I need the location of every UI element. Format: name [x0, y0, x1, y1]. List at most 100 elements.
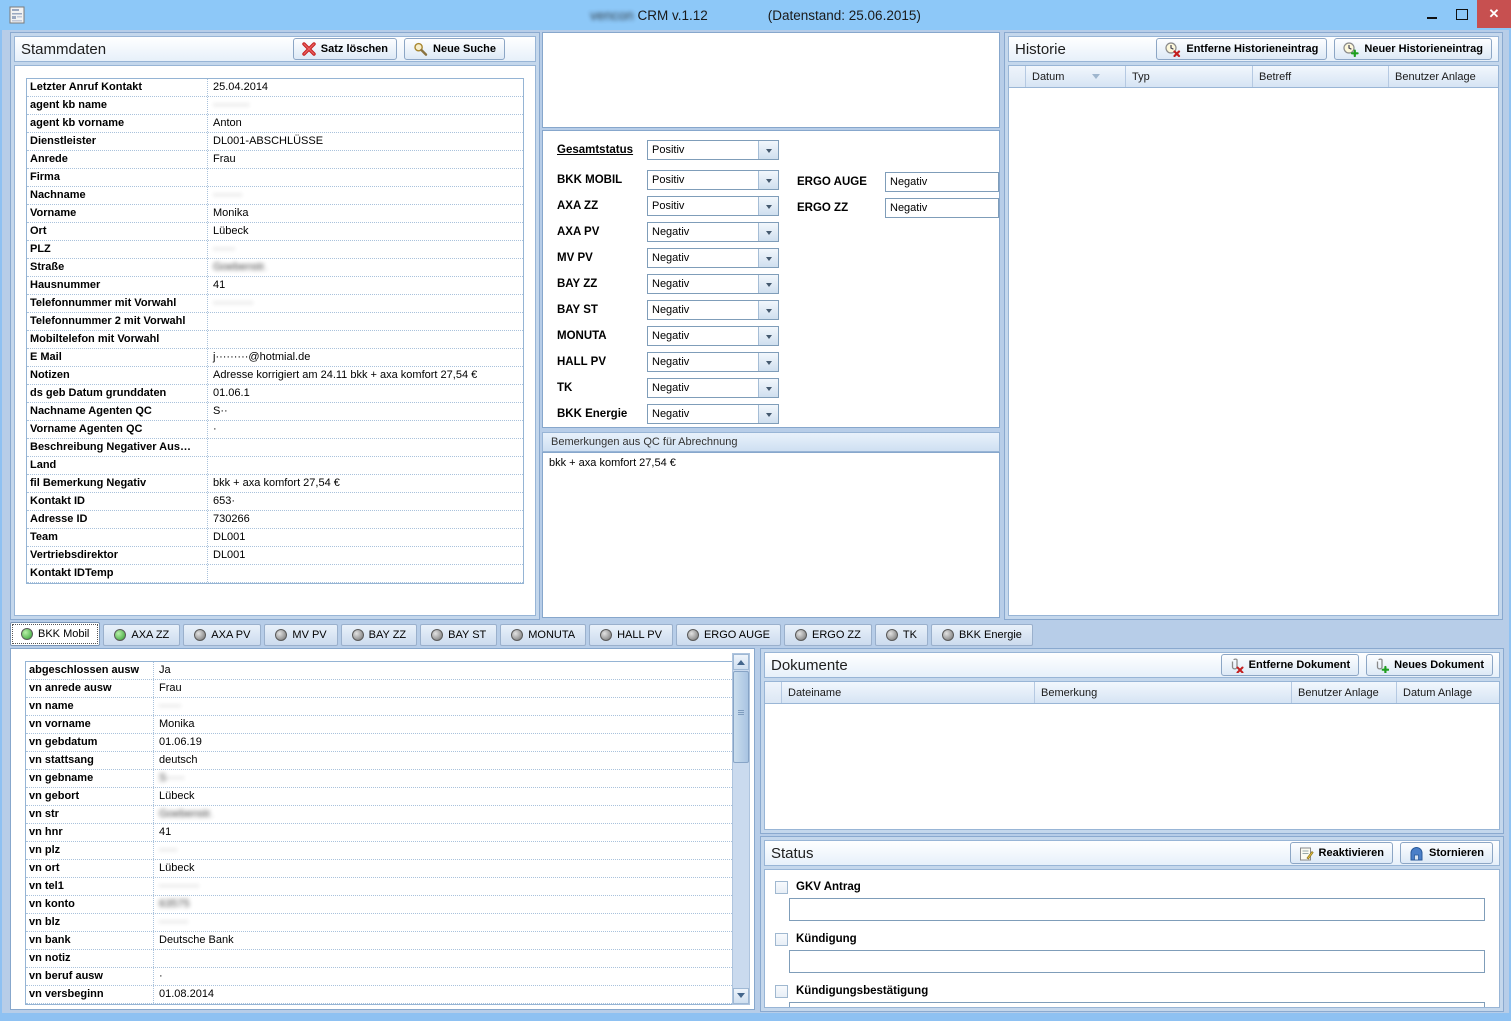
tab[interactable]: BKK Energie [931, 624, 1033, 646]
field-value[interactable]: Goebenstr. [208, 259, 523, 276]
field-value[interactable] [208, 169, 523, 186]
tab[interactable]: BKK Mobil [10, 622, 100, 646]
scrollbar-thumb[interactable] [733, 671, 749, 763]
checkbox[interactable] [775, 933, 788, 946]
tab[interactable]: MONUTA [500, 624, 586, 646]
field-value[interactable]: 41 [208, 277, 523, 294]
neuer-historieneintrag-button[interactable]: Neuer Historieneintrag [1334, 38, 1492, 60]
historie-grid-body[interactable] [1009, 88, 1498, 615]
tab[interactable]: BAY ST [420, 624, 497, 646]
entferne-historieneintrag-button[interactable]: Entferne Historieneintrag [1156, 38, 1327, 60]
field-value[interactable]: ··········· [154, 878, 732, 895]
column-header[interactable]: Bemerkung [1035, 682, 1292, 703]
scroll-up-button[interactable] [733, 654, 749, 670]
status-dropdown[interactable]: Positiv [647, 170, 779, 190]
field-value[interactable]: 63575 [154, 896, 732, 913]
chevron-down-icon[interactable] [758, 353, 778, 371]
field-value[interactable]: Adresse korrigiert am 24.11 bkk + axa ko… [208, 367, 523, 384]
field-value[interactable]: Frau [154, 680, 732, 697]
bemerkungen-box[interactable]: bkk + axa komfort 27,54 € [542, 452, 1000, 618]
satz-loeschen-button[interactable]: Satz löschen [293, 38, 397, 60]
field-value[interactable]: bkk + axa komfort 27,54 € [208, 475, 523, 492]
field-value[interactable] [208, 565, 523, 582]
maximize-button[interactable] [1447, 0, 1477, 28]
chevron-down-icon[interactable] [758, 405, 778, 423]
field-value[interactable]: 41 [154, 824, 732, 841]
field-value[interactable]: Deutsche Bank [154, 932, 732, 949]
status-value-field[interactable]: Negativ [885, 198, 999, 218]
vertical-scrollbar[interactable] [732, 653, 750, 1005]
field-value[interactable]: DL001 [208, 529, 523, 546]
reaktivieren-button[interactable]: Reaktivieren [1290, 842, 1393, 864]
status-dropdown[interactable]: Negativ [647, 222, 779, 242]
stornieren-button[interactable]: Stornieren [1400, 842, 1493, 864]
field-value[interactable]: 653· [208, 493, 523, 510]
chevron-down-icon[interactable] [758, 223, 778, 241]
column-header[interactable]: Dateiname [782, 682, 1035, 703]
field-value[interactable]: · [208, 421, 523, 438]
field-value[interactable]: DL001-ABSCHLÜSSE [208, 133, 523, 150]
chevron-down-icon[interactable] [758, 171, 778, 189]
column-header[interactable]: Typ [1126, 66, 1253, 87]
tab[interactable]: AXA PV [183, 624, 261, 646]
chevron-down-icon[interactable] [758, 197, 778, 215]
status-text-input[interactable] [789, 950, 1485, 973]
field-value[interactable]: Ja [154, 662, 732, 679]
tab[interactable]: AXA ZZ [103, 624, 180, 646]
field-value[interactable]: deutsch [154, 752, 732, 769]
chevron-down-icon[interactable] [758, 275, 778, 293]
column-header[interactable]: Datum Anlage [1397, 682, 1499, 703]
field-value[interactable] [208, 457, 523, 474]
status-dropdown[interactable]: Negativ [647, 352, 779, 372]
entferne-dokument-button[interactable]: Entferne Dokument [1221, 654, 1359, 676]
chevron-down-icon[interactable] [758, 379, 778, 397]
field-value[interactable]: Anton [208, 115, 523, 132]
chevron-down-icon[interactable] [758, 249, 778, 267]
tab[interactable]: BAY ZZ [341, 624, 418, 646]
status-value-field[interactable]: Negativ [885, 172, 999, 192]
close-button[interactable]: ✕ [1477, 0, 1511, 28]
field-value[interactable]: j·········@hotmial.de [208, 349, 523, 366]
field-value[interactable]: ······ [208, 241, 523, 258]
field-value[interactable]: ·········· [208, 97, 523, 114]
dokumente-grid-body[interactable] [765, 704, 1499, 829]
tab[interactable]: TK [875, 624, 928, 646]
minimize-button[interactable] [1417, 0, 1447, 28]
tab[interactable]: ERGO AUGE [676, 624, 781, 646]
top-info-box[interactable] [542, 32, 1000, 128]
status-dropdown[interactable]: Negativ [647, 326, 779, 346]
field-value[interactable]: ········ [154, 914, 732, 931]
field-value[interactable]: S·· [208, 403, 523, 420]
status-dropdown[interactable]: Negativ [647, 248, 779, 268]
field-value[interactable]: Frau [208, 151, 523, 168]
tab[interactable]: HALL PV [589, 624, 673, 646]
chevron-down-icon[interactable] [758, 327, 778, 345]
field-value[interactable]: 01.08.2014 [154, 986, 732, 1003]
neues-dokument-button[interactable]: Neues Dokument [1366, 654, 1493, 676]
field-value[interactable]: Lübeck [154, 860, 732, 877]
chevron-down-icon[interactable] [758, 141, 778, 159]
tab[interactable]: MV PV [264, 624, 337, 646]
field-value[interactable] [208, 313, 523, 330]
status-dropdown[interactable]: Negativ [647, 378, 779, 398]
field-value[interactable]: DL001 [208, 547, 523, 564]
field-value[interactable]: Goebenstr. [154, 806, 732, 823]
field-value[interactable]: ······ [154, 698, 732, 715]
status-text-input[interactable] [789, 898, 1485, 921]
field-value[interactable]: ········ [208, 187, 523, 204]
field-value[interactable]: 730266 [208, 511, 523, 528]
field-value[interactable]: Lübeck [208, 223, 523, 240]
tab[interactable]: ERGO ZZ [784, 624, 872, 646]
column-header[interactable]: Benutzer Anlage [1292, 682, 1397, 703]
field-value[interactable]: ··········· [208, 295, 523, 312]
column-header[interactable]: Benutzer Anlage [1389, 66, 1498, 87]
column-header[interactable]: Betreff [1253, 66, 1389, 87]
field-value[interactable] [208, 331, 523, 348]
field-value[interactable]: 01.06.19 [154, 734, 732, 751]
field-value[interactable]: · [154, 968, 732, 985]
status-dropdown[interactable]: Negativ [647, 274, 779, 294]
scroll-down-button[interactable] [733, 988, 749, 1004]
neue-suche-button[interactable]: Neue Suche [404, 38, 505, 60]
field-value[interactable] [208, 439, 523, 456]
field-value[interactable]: Lübeck [154, 788, 732, 805]
